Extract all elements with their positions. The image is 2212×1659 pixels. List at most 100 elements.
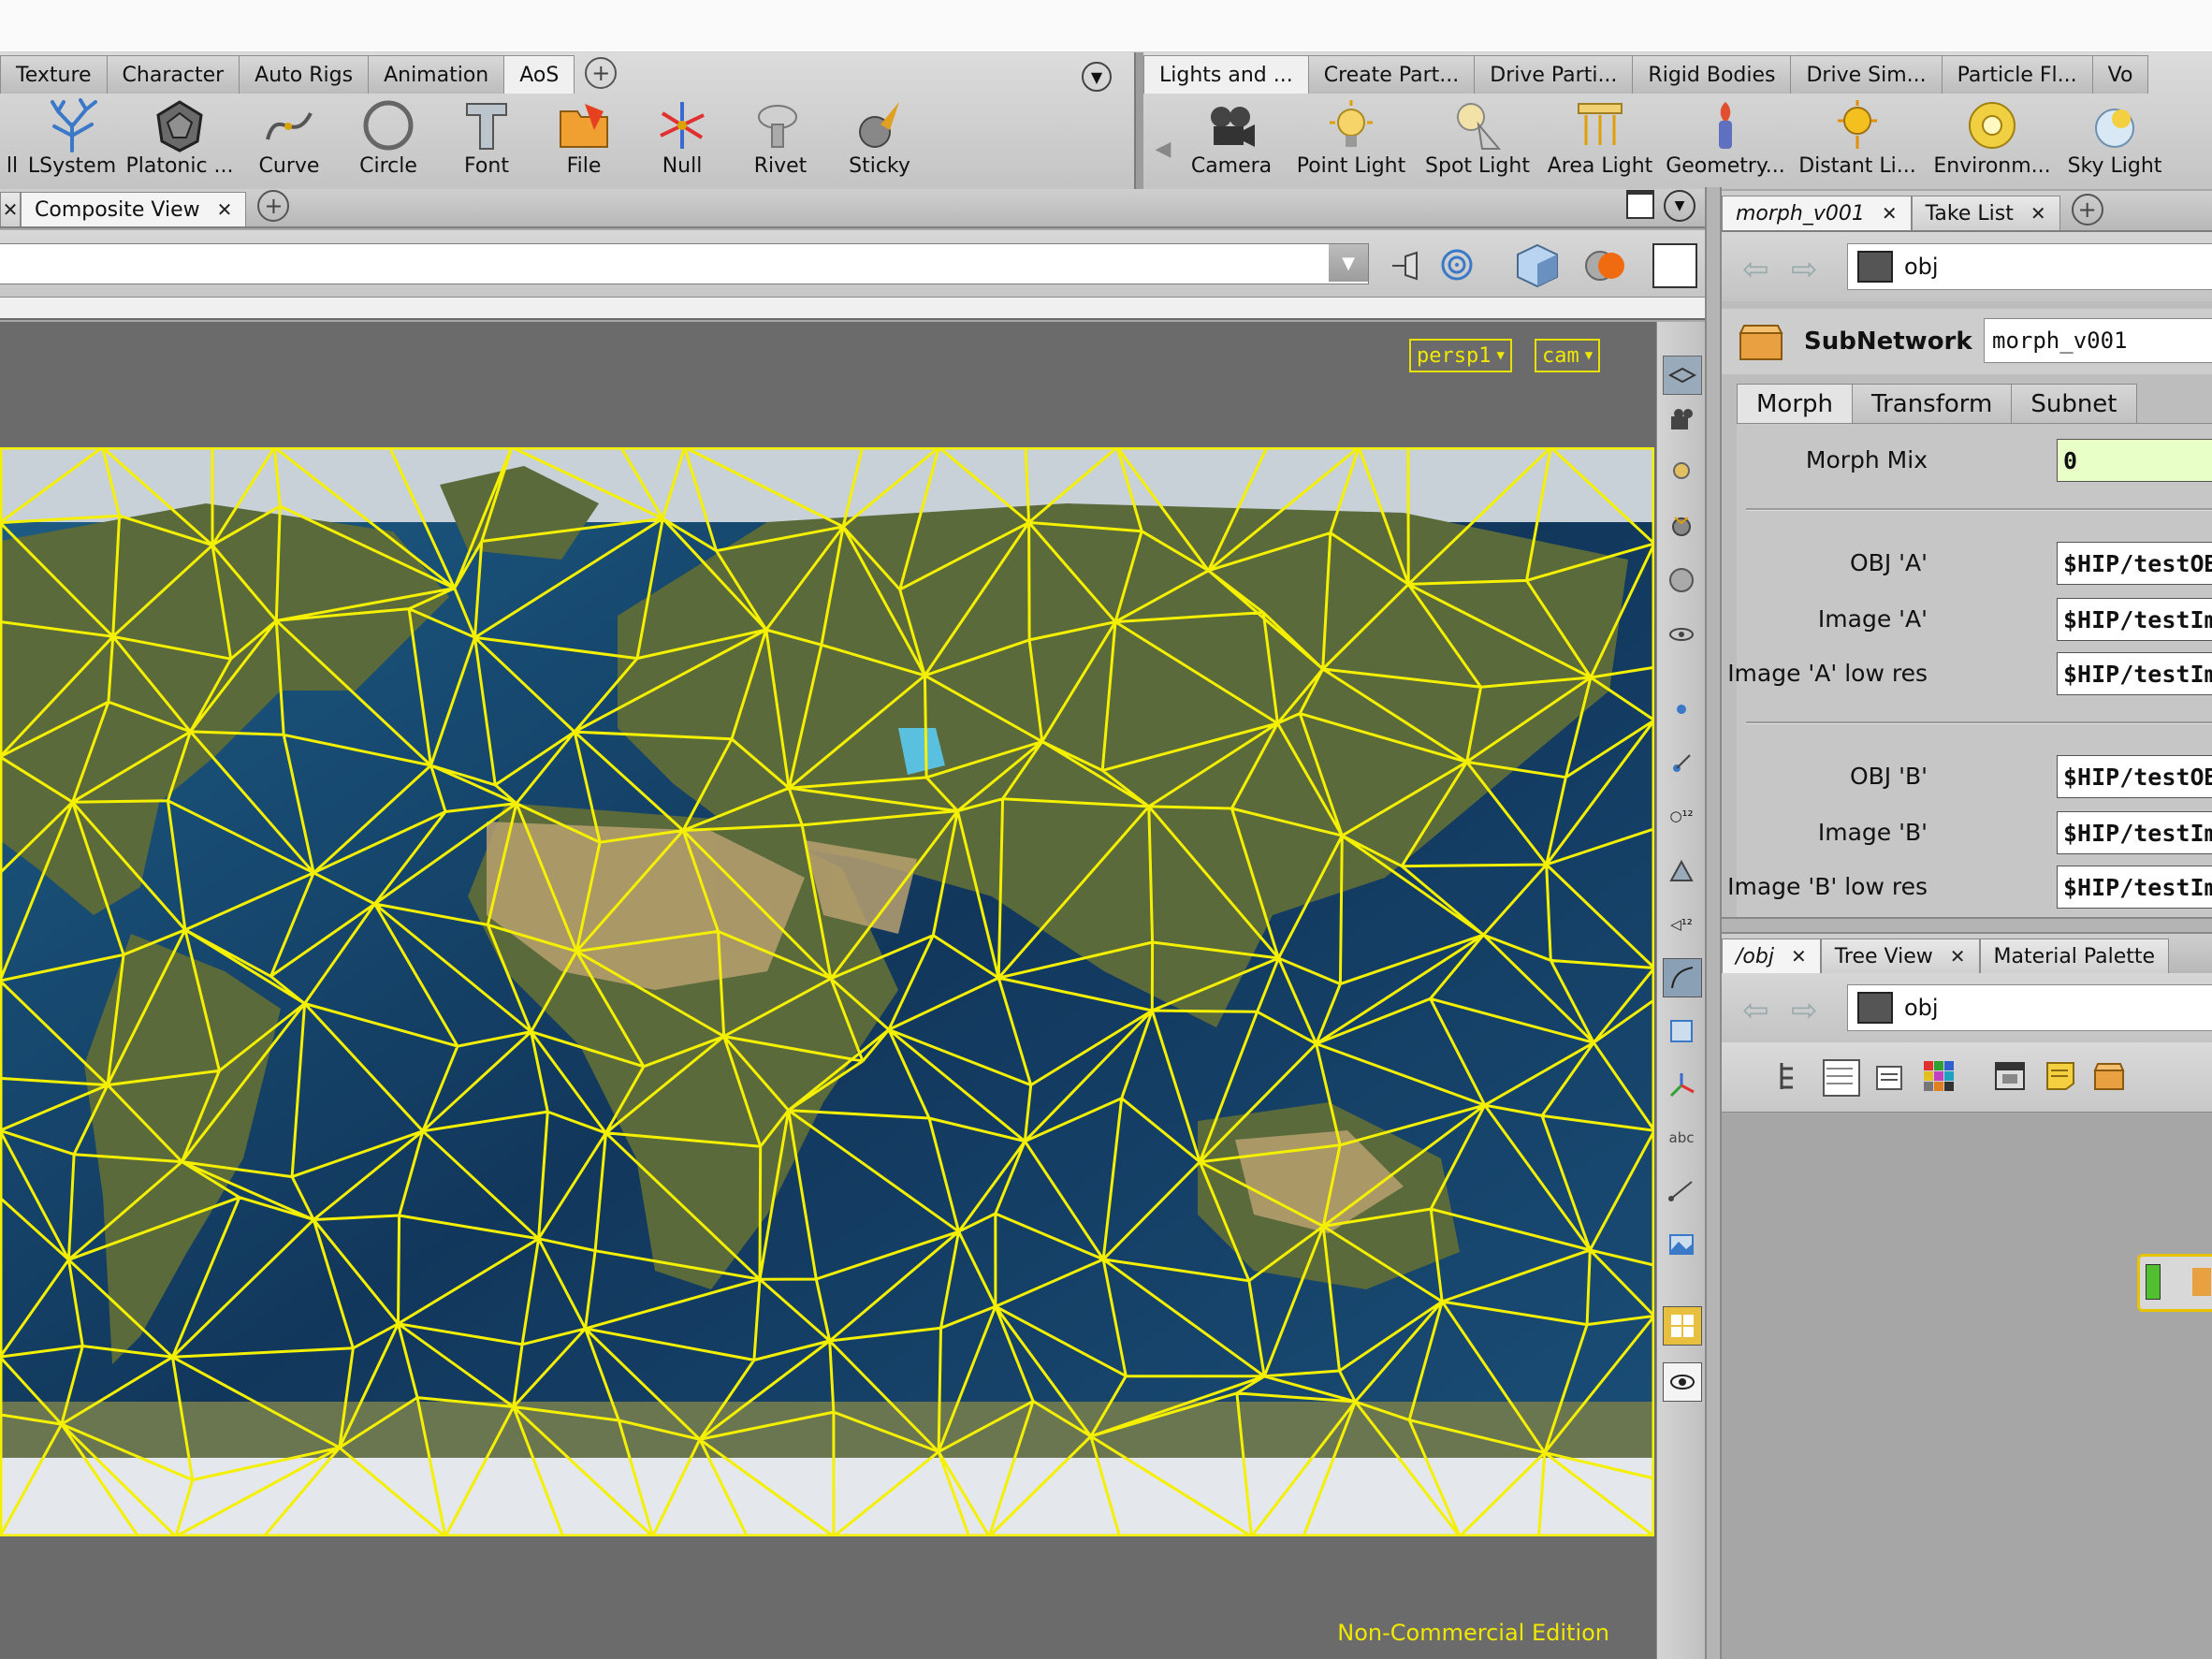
shelf-tab-drive-sim[interactable]: Drive Sim... [1790,55,1943,94]
guide-curve-icon[interactable] [1663,1171,1700,1209]
camera-view-icon[interactable] [1663,402,1700,440]
subnet-icon[interactable] [2092,1059,2126,1093]
add-shelf-tab-icon[interactable]: + [585,57,618,89]
tool-font[interactable]: Font [438,95,535,189]
view-layers-icon[interactable] [1663,356,1702,395]
tool-circle[interactable]: Circle [339,95,438,189]
pane-splitter-horizontal[interactable] [1722,917,2212,934]
viewport[interactable]: persp1 ▼ cam ▼ Non-Commercial Edition [0,322,1656,1659]
image-a-low-res-field[interactable]: $HIP/testIm [2057,652,2212,695]
close-icon[interactable]: ✕ [3,198,19,221]
forward-arrow-icon[interactable]: ⇨ [1791,251,1818,288]
tab-morph[interactable]: Morph [1737,384,1854,424]
morph-mix-field[interactable]: 0 [2057,439,2212,482]
color-palette-icon[interactable] [1922,1059,1956,1093]
close-icon[interactable]: ✕ [1791,945,1807,968]
shelf-tab-lights[interactable]: Lights and ... [1143,55,1309,94]
tab-composite-view[interactable]: Composite View ✕ [21,192,247,226]
tool-distant-light[interactable]: Distant Li... [1791,95,1924,189]
viewport-layout-icon[interactable] [1663,1306,1702,1346]
tool-rivet[interactable]: Rivet [732,95,829,189]
add-pane-tab-icon[interactable]: + [2071,194,2103,226]
pane-splitter-vertical[interactable] [1705,187,1722,1659]
text-label-icon[interactable]: abc [1663,1119,1700,1157]
shelf-tab-animation[interactable]: Animation [368,55,505,94]
image-b-field[interactable]: $HIP/testIm [2057,811,2212,854]
shelf-divider[interactable] [1134,52,1143,189]
shading-cube-icon[interactable] [1514,241,1561,288]
shelf-tab-texture[interactable]: Texture [0,55,108,94]
frame-all-icon[interactable] [1663,1012,1700,1050]
eye-menu-icon[interactable] [1663,616,1700,653]
tool-area-light[interactable]: Area Light [1540,95,1660,189]
shelf-tab-create-particles[interactable]: Create Part... [1307,55,1476,94]
tool-environment-light[interactable]: Environm... [1924,95,2060,189]
tab-transform[interactable]: Transform [1852,384,2013,424]
close-icon[interactable]: ✕ [1882,202,1898,225]
close-icon[interactable]: ✕ [2030,202,2046,225]
maximize-icon[interactable] [1626,190,1654,219]
tool-file[interactable]: File [535,95,633,189]
tab-obj[interactable]: /obj ✕ [1722,939,1821,973]
shelf-menu-icon[interactable]: ▼ [1082,62,1112,92]
curve-display-icon[interactable] [1663,958,1702,997]
tree-layout-icon[interactable] [1774,1059,1808,1093]
image-b-low-res-field[interactable]: $HIP/testIm [2057,866,2212,909]
shelf-tab-character[interactable]: Character [106,55,240,94]
tab-material-palette[interactable]: Material Palette [1979,939,2170,973]
tool-partial[interactable]: ll [0,95,24,189]
visibility-eye-icon[interactable] [1663,1362,1702,1402]
tool-platonic[interactable]: Platonic ... [120,95,240,189]
snap-icon[interactable] [1439,247,1475,283]
background-image-icon[interactable] [1663,1226,1700,1263]
viewport-path-field[interactable]: ▼ [0,243,1369,284]
light-view-icon[interactable] [1663,455,1700,492]
sphere-shading-icon[interactable] [1663,561,1700,599]
shelf-scroll-left-icon[interactable]: ◀ [1151,95,1175,189]
shelf-tab-volume[interactable]: Vo [2091,55,2149,94]
tool-sky-light[interactable]: Sky Light [2060,95,2169,189]
origin-axes-icon[interactable] [1663,1067,1700,1104]
sticky-note-icon[interactable] [2044,1059,2077,1093]
network-box-icon[interactable] [1993,1059,2027,1093]
list-view-icon[interactable] [1823,1059,1860,1097]
prim-numbers-icon[interactable]: ◁¹² [1663,906,1700,943]
network-path-field[interactable]: obj [1847,984,2212,1031]
persp-camera-menu[interactable]: persp1 ▼ [1409,339,1512,372]
obj-a-field[interactable]: $HIP/testOB [2057,542,2212,585]
tool-spot-light[interactable]: Spot Light [1415,95,1540,189]
shelf-tab-drive-particles[interactable]: Drive Parti... [1474,55,1634,94]
tool-null[interactable]: Null [633,95,732,189]
viewer-tab-partial[interactable]: ✕ [0,192,21,226]
tool-camera[interactable]: Camera [1175,95,1288,189]
tool-sticky[interactable]: Sticky [829,95,930,189]
tool-geometry-light[interactable]: Geometry... [1660,95,1791,189]
node-name-field[interactable]: morph_v001 [1984,318,2212,363]
tab-tree-view[interactable]: Tree View ✕ [1820,939,1980,973]
prim-display-icon[interactable] [1663,851,1700,889]
close-icon[interactable]: ✕ [1950,945,1966,968]
shelf-tab-particle-fluids[interactable]: Particle Fl... [1941,55,2093,94]
shelf-tab-auto-rigs[interactable]: Auto Rigs [239,55,370,94]
back-arrow-icon[interactable]: ⇦ [1742,251,1769,288]
tool-curve[interactable]: Curve [240,95,339,189]
back-arrow-icon[interactable]: ⇦ [1742,992,1769,1029]
background-toggle-icon[interactable] [1652,243,1697,288]
headlight-icon[interactable] [1663,507,1700,545]
normals-display-icon[interactable] [1663,745,1700,782]
pin-icon[interactable] [1389,249,1422,283]
tab-take-list[interactable]: Take List ✕ [1911,196,2060,230]
detail-view-icon[interactable] [1873,1059,1907,1093]
subnet-node[interactable] [2137,1254,2212,1312]
shelf-tab-rigid-bodies[interactable]: Rigid Bodies [1632,55,1792,94]
forward-arrow-icon[interactable]: ⇨ [1791,992,1818,1029]
point-display-icon[interactable] [1663,691,1700,728]
dropdown-arrow-icon[interactable]: ▼ [1329,244,1368,282]
add-pane-tab-icon[interactable]: + [257,190,290,222]
shelf-tab-aos[interactable]: AoS [503,55,575,94]
cam-menu[interactable]: cam ▼ [1535,339,1601,372]
pane-menu-icon[interactable]: ▼ [1664,190,1695,222]
subnet-node-icon[interactable] [1737,320,1785,369]
close-icon[interactable]: ✕ [217,198,233,221]
render-icon[interactable] [1581,241,1628,288]
